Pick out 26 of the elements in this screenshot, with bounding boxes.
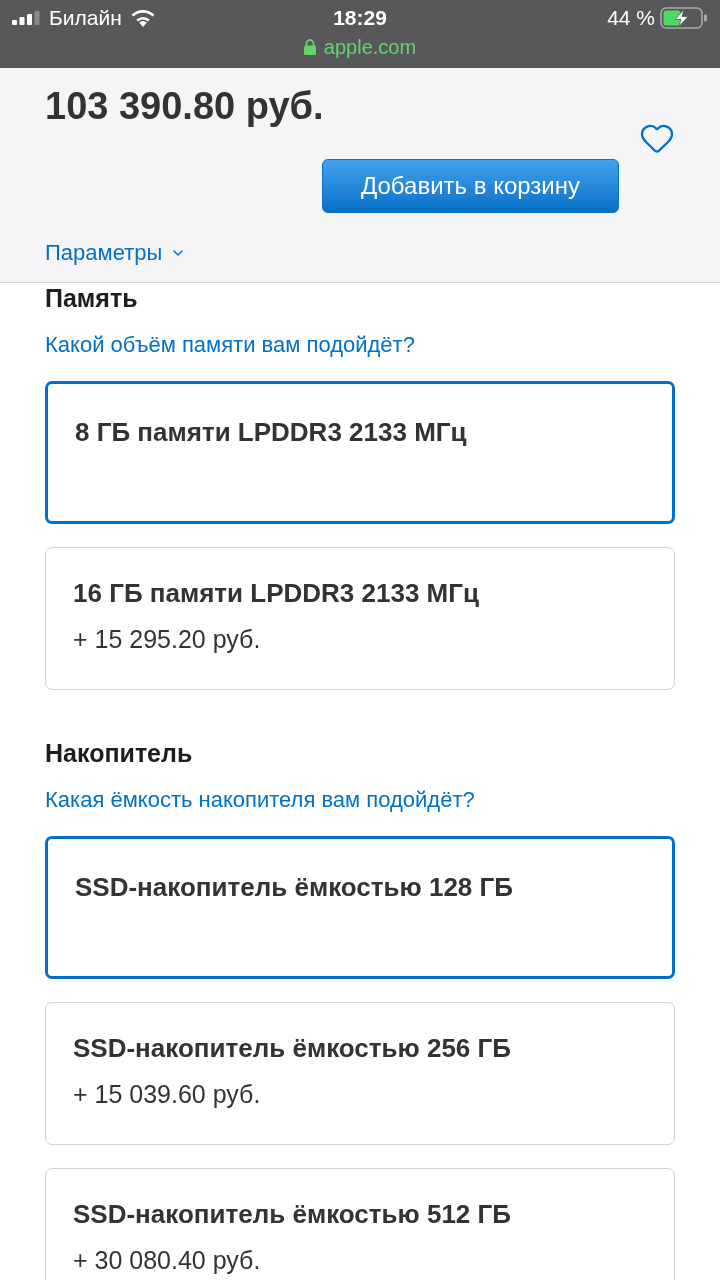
url-label[interactable]: apple.com: [323, 35, 417, 59]
option-title: 8 ГБ памяти LPDDR3 2133 МГц: [75, 416, 468, 448]
option-card[interactable]: SSD-накопитель ёмкостью 256 ГБ + 15 039.60 руб.: [45, 1002, 675, 1145]
help-link[interactable]: Какая ёмкость накопителя вам подойдёт?: [45, 786, 475, 814]
option-price: + 15 039.60 руб.: [73, 1079, 262, 1109]
option-price: + 30 080.40 руб.: [73, 1245, 262, 1275]
option-card[interactable]: 16 ГБ памяти LPDDR3 2133 МГц + 15 295.20 руб.: [45, 547, 675, 690]
total-price: 103 390.80 руб.: [45, 84, 325, 129]
option-title: SSD-накопитель ёмкостью 128 ГБ: [75, 871, 514, 903]
section-heading: Накопитель: [45, 738, 194, 768]
clock: 18:29: [333, 5, 387, 31]
section-heading: Память: [45, 283, 139, 313]
carrier-name: Билайн: [49, 5, 122, 31]
signal-icon: [12, 11, 40, 25]
help-link[interactable]: Какой объём памяти вам подойдёт?: [45, 331, 415, 359]
add-to-bag-button[interactable]: Добавить в корзину: [322, 159, 619, 213]
option-card[interactable]: 8 ГБ памяти LPDDR3 2133 МГц: [45, 381, 675, 524]
option-card[interactable]: SSD-накопитель ёмкостью 128 ГБ: [45, 836, 675, 979]
option-title: 16 ГБ памяти LPDDR3 2133 МГц: [73, 577, 480, 609]
option-title: SSD-накопитель ёмкостью 256 ГБ: [73, 1032, 512, 1064]
option-price: + 15 295.20 руб.: [73, 624, 262, 654]
wifi-icon: [130, 9, 155, 27]
option-card[interactable]: SSD-накопитель ёмкостью 512 ГБ + 30 080.40 руб.: [45, 1168, 675, 1280]
option-title: SSD-накопитель ёмкостью 512 ГБ: [73, 1198, 512, 1230]
parameters-link[interactable]: Параметры: [45, 239, 187, 267]
battery-percent: 44 %: [607, 5, 655, 31]
